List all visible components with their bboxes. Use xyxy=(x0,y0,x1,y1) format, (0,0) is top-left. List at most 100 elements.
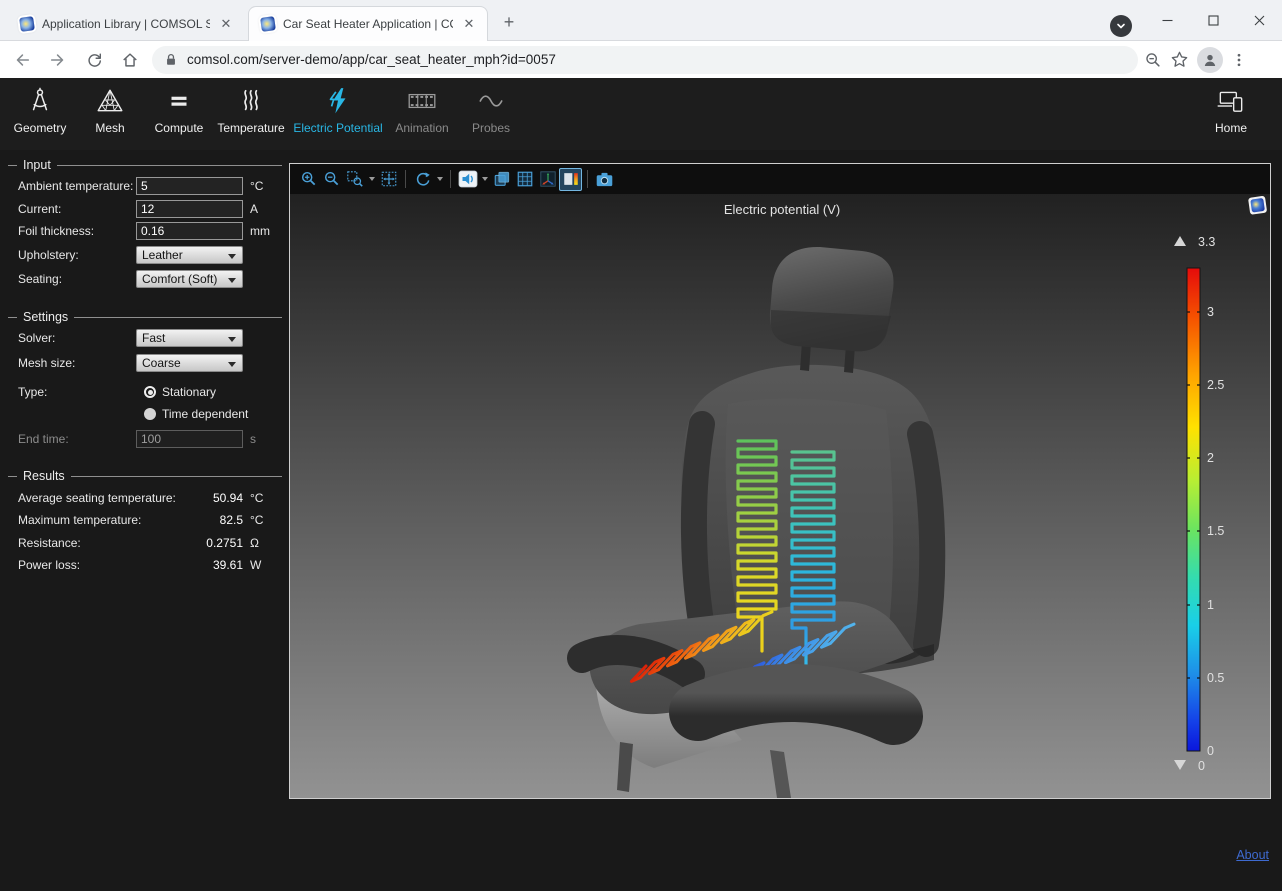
ambient-temperature-unit: °C xyxy=(250,179,263,193)
min-marker-value: 0 xyxy=(1198,759,1205,773)
result-value: 39.61 xyxy=(136,558,243,572)
zoom-out-icon xyxy=(323,170,341,188)
upholstery-select[interactable]: Leather xyxy=(136,246,243,264)
tab-title: Car Seat Heater Application | CO xyxy=(283,17,453,31)
zoom-box-icon xyxy=(346,170,364,188)
solver-select[interactable]: Fast xyxy=(136,329,243,347)
zoom-in-button[interactable] xyxy=(297,168,320,191)
probes-wave-icon xyxy=(476,84,506,118)
result-label: Resistance: xyxy=(18,536,81,550)
grid-button[interactable] xyxy=(513,168,536,191)
result-value: 82.5 xyxy=(136,513,243,527)
browser-toolbar: comsol.com/server-demo/app/car_seat_heat… xyxy=(0,41,1282,78)
new-tab-button[interactable]: + xyxy=(498,12,520,34)
comsol-logo-icon xyxy=(1248,196,1267,215)
default-view-button[interactable] xyxy=(456,168,479,191)
tick-label: 3 xyxy=(1207,305,1214,319)
seat-3d-render: Electric potential (V) 3.3 3 2.5 xyxy=(290,194,1270,798)
browser-chrome: Application Library | COMSOL Se ✕ Car Se… xyxy=(0,0,1282,78)
zoom-out-button[interactable] xyxy=(320,168,343,191)
minimize-button[interactable] xyxy=(1144,4,1190,36)
ribbon-label: Mesh xyxy=(95,121,124,135)
tick-label: 1.5 xyxy=(1207,524,1224,538)
type-label: Type: xyxy=(18,385,47,399)
chevron-down-circle-button[interactable] xyxy=(1110,15,1132,37)
color-legend-button[interactable] xyxy=(559,168,582,191)
maximize-button[interactable] xyxy=(1190,4,1236,36)
scene-light-icon xyxy=(493,170,511,188)
tab-close-icon[interactable]: ✕ xyxy=(461,16,477,32)
section-results: Results xyxy=(8,469,282,483)
ribbon-label: Home xyxy=(1215,121,1247,135)
app-ribbon: Geometry Mesh Compute Temperature Electr… xyxy=(0,78,1282,150)
ribbon-temperature-button[interactable]: Temperature xyxy=(209,84,293,146)
compute-equals-icon xyxy=(164,84,194,118)
tick-label: 0.5 xyxy=(1207,671,1224,685)
comsol-app: Geometry Mesh Compute Temperature Electr… xyxy=(0,78,1282,891)
temperature-waves-icon xyxy=(236,84,266,118)
ribbon-compute-button[interactable]: Compute xyxy=(147,84,211,146)
result-label: Maximum temperature: xyxy=(18,513,141,527)
toolbar-right xyxy=(1144,47,1247,73)
reload-button[interactable] xyxy=(80,46,108,74)
result-unit: W xyxy=(250,558,261,572)
ribbon-geometry-button[interactable]: Geometry xyxy=(5,84,75,146)
zoom-extents-button[interactable] xyxy=(377,168,400,191)
back-button[interactable] xyxy=(8,46,36,74)
zoom-box-dropdown-caret[interactable] xyxy=(366,168,377,191)
radio-stationary[interactable] xyxy=(144,386,156,398)
profile-avatar[interactable] xyxy=(1197,47,1223,73)
about-link[interactable]: About xyxy=(1236,848,1269,862)
animation-film-icon xyxy=(406,84,438,118)
section-input: Input xyxy=(8,158,282,172)
camera-icon xyxy=(595,170,614,189)
seating-label: Seating: xyxy=(18,272,62,286)
current-input[interactable] xyxy=(136,200,243,218)
zoom-box-button[interactable] xyxy=(343,168,366,191)
geometry-icon xyxy=(25,84,55,118)
home-button-browser[interactable] xyxy=(116,46,144,74)
person-icon xyxy=(1202,52,1218,68)
ribbon-electric-potential-button[interactable]: Electric Potential xyxy=(283,84,393,146)
graphics-toolbar xyxy=(290,164,1270,194)
ribbon-home-button[interactable]: Home xyxy=(1200,84,1262,146)
ribbon-animation-button: Animation xyxy=(386,84,458,146)
ambient-temperature-input[interactable] xyxy=(136,177,243,195)
ribbon-probes-button: Probes xyxy=(461,84,521,146)
forward-icon xyxy=(49,51,67,69)
default-view-icon xyxy=(458,169,478,189)
browser-menu-icon[interactable] xyxy=(1231,52,1247,68)
forward-button[interactable] xyxy=(44,46,72,74)
url-text: comsol.com/server-demo/app/car_seat_heat… xyxy=(187,52,556,67)
plot-canvas-3d[interactable]: Electric potential (V) 3.3 3 2.5 xyxy=(290,194,1270,798)
axis-orientation-button[interactable] xyxy=(536,168,559,191)
home-devices-icon xyxy=(1215,84,1247,118)
close-window-button[interactable] xyxy=(1236,4,1282,36)
comsol-favicon xyxy=(19,16,35,32)
address-bar[interactable]: comsol.com/server-demo/app/car_seat_heat… xyxy=(152,46,1138,74)
lock-icon xyxy=(164,52,178,67)
foil-thickness-unit: mm xyxy=(250,224,270,238)
radio-time-dependent[interactable] xyxy=(144,408,156,420)
ribbon-mesh-button[interactable]: Mesh xyxy=(80,84,140,146)
mesh-size-select[interactable]: Coarse xyxy=(136,354,243,372)
result-label: Power loss: xyxy=(18,558,80,572)
foil-thickness-input[interactable] xyxy=(136,222,243,240)
screenshot-button[interactable] xyxy=(593,168,616,191)
result-value: 50.94 xyxy=(136,491,243,505)
chevron-down-icon xyxy=(1116,21,1126,31)
electric-potential-bolt-icon xyxy=(323,84,353,118)
seating-select[interactable]: Comfort (Soft) xyxy=(136,270,243,288)
rotate-dropdown-caret[interactable] xyxy=(434,168,445,191)
scene-light-button[interactable] xyxy=(490,168,513,191)
zoom-indicator-icon[interactable] xyxy=(1144,51,1162,69)
close-icon xyxy=(1254,15,1265,26)
tab-application-library[interactable]: Application Library | COMSOL Se ✕ xyxy=(8,6,244,41)
max-marker-value: 3.3 xyxy=(1198,235,1215,249)
tab-close-icon[interactable]: ✕ xyxy=(218,16,234,32)
default-view-dropdown-caret[interactable] xyxy=(479,168,490,191)
tick-label: 2 xyxy=(1207,451,1214,465)
bookmark-star-icon[interactable] xyxy=(1170,50,1189,69)
rotate-view-button[interactable] xyxy=(411,168,434,191)
tab-car-seat-heater[interactable]: Car Seat Heater Application | CO ✕ xyxy=(248,6,488,41)
